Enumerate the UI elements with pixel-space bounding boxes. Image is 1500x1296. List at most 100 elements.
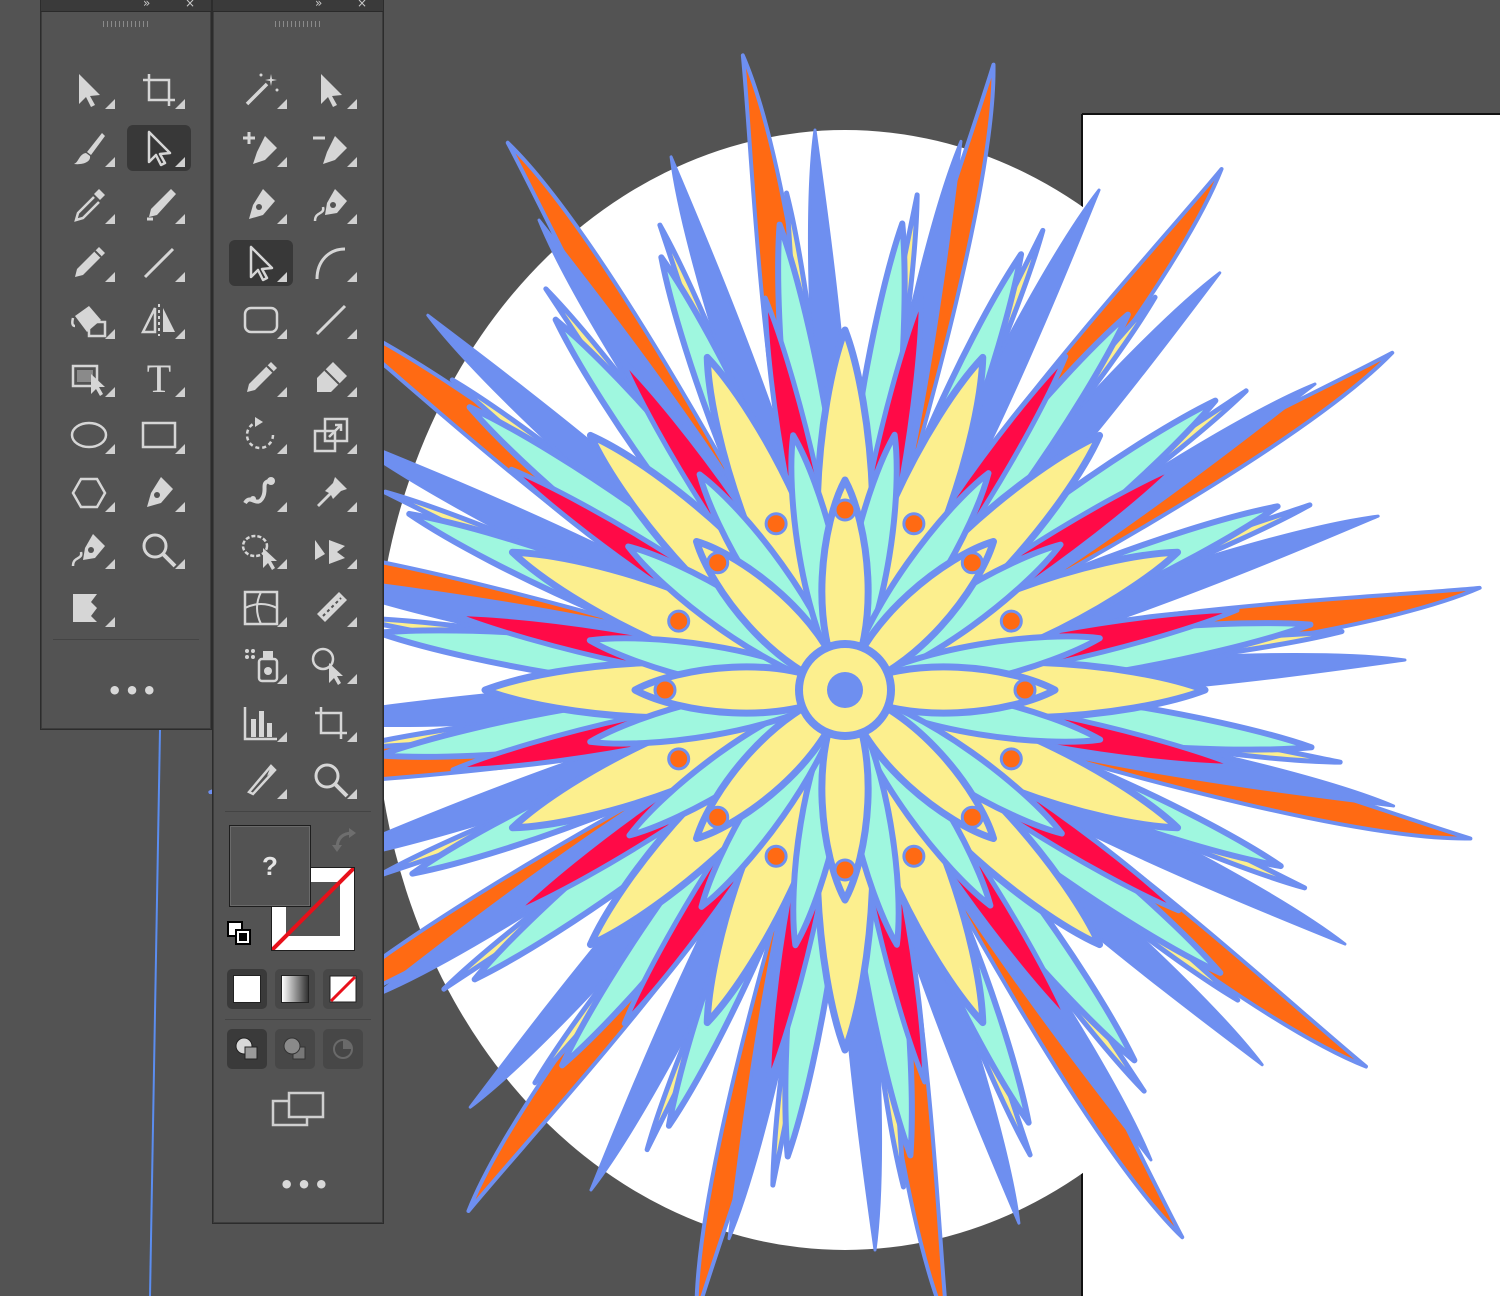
pencil-icon (247, 361, 277, 392)
gradient-icon (317, 591, 347, 622)
fill-swatch[interactable]: ? (229, 825, 311, 907)
none-mode-button[interactable] (323, 969, 363, 1009)
line-segment-tool[interactable] (299, 297, 363, 343)
rotate-tool[interactable] (229, 412, 293, 458)
rectangle-tool[interactable] (127, 412, 191, 458)
draw-behind-icon (283, 1037, 306, 1060)
eraser-tool[interactable] (299, 355, 363, 401)
ellipse-icon (70, 421, 108, 449)
live-paint-select-icon (71, 364, 105, 396)
arrow-outline-icon (147, 130, 172, 166)
collapse-icon[interactable]: » (143, 0, 150, 9)
collapse-icon[interactable]: » (315, 0, 322, 9)
scale-tool[interactable] (299, 412, 363, 458)
edit-toolbar-button[interactable]: ••• (107, 677, 159, 705)
panel-titlebar[interactable]: » × (213, 0, 383, 12)
curvature-tool[interactable] (57, 527, 121, 573)
live-paint-bucket-tool[interactable] (57, 297, 121, 343)
artboard-tool[interactable] (127, 67, 191, 113)
perspective-selection-tool[interactable] (299, 527, 363, 573)
default-fill-stroke-icon[interactable] (227, 921, 255, 949)
blob-brush-tool[interactable] (127, 182, 191, 228)
delete-anchor-point-tool[interactable] (299, 125, 363, 171)
blend-icon (311, 647, 343, 685)
slice-tool[interactable] (229, 757, 293, 803)
polygon-icon (71, 477, 107, 508)
puppet-warp-icon (243, 476, 275, 504)
close-icon[interactable]: × (185, 0, 195, 9)
type-tool[interactable]: T (127, 355, 191, 401)
panel-grip[interactable] (103, 21, 149, 27)
arc-icon (315, 247, 346, 279)
pencil-icon (75, 246, 105, 277)
width-tool[interactable] (57, 585, 121, 631)
artboard-icon (315, 706, 347, 739)
magic-wand-tool[interactable] (229, 67, 293, 113)
ellipse-tool[interactable] (57, 412, 121, 458)
pencil-tool[interactable] (229, 355, 293, 401)
add-anchor-point-tool[interactable] (229, 125, 293, 171)
eyedropper-icon (74, 189, 105, 222)
column-graph-tool[interactable] (229, 700, 293, 746)
rounded-rectangle-tool[interactable] (229, 297, 293, 343)
zoom-tool[interactable] (127, 527, 191, 573)
mesh-tool[interactable] (229, 585, 293, 631)
free-transform-tool[interactable] (229, 527, 293, 573)
pen-tool[interactable] (127, 470, 191, 516)
column-graph-icon (243, 706, 277, 740)
color-icon (233, 975, 261, 1003)
line-icon (315, 304, 347, 336)
svg-text:T: T (147, 356, 171, 401)
direct-selection-tool[interactable] (127, 124, 191, 171)
magic-wand-icon (245, 73, 279, 106)
gradient-mode-button[interactable] (275, 969, 315, 1009)
pencil-tool[interactable] (57, 240, 121, 286)
polygon-tool[interactable] (57, 470, 121, 516)
slice-icon (247, 764, 277, 796)
zoom-tool[interactable] (299, 757, 363, 803)
scale-icon (313, 417, 349, 453)
panel-grip[interactable] (275, 21, 321, 27)
curvature-tool[interactable] (299, 182, 363, 228)
blend-tool[interactable] (299, 642, 363, 688)
line-segment-tool[interactable] (127, 240, 191, 286)
live-paint-selection-tool[interactable] (57, 355, 121, 401)
tools-panel-left: » × T ••• (40, 0, 212, 730)
arrow-solid-icon (79, 74, 100, 107)
blob-brush-icon (147, 189, 176, 221)
reflect-tool[interactable] (127, 297, 191, 343)
swap-fill-stroke-icon[interactable] (331, 825, 361, 855)
none-icon (329, 975, 357, 1003)
selection-tool[interactable] (57, 67, 121, 113)
paintbrush-tool[interactable] (57, 125, 121, 171)
draw-behind-button[interactable] (275, 1029, 315, 1069)
eraser-icon (317, 361, 347, 392)
reflect-icon (140, 304, 175, 336)
color-mode-button[interactable] (227, 969, 267, 1009)
selection-tool[interactable] (299, 67, 363, 113)
close-icon[interactable]: × (357, 0, 367, 9)
draw-inside-button[interactable] (323, 1029, 363, 1069)
draw-normal-icon (235, 1037, 258, 1060)
symbol-sprayer-icon (245, 649, 279, 683)
pen-tool[interactable] (229, 182, 293, 228)
gradient-tool[interactable] (299, 585, 363, 631)
panel-titlebar[interactable]: » × (41, 0, 211, 12)
draw-inside-icon (333, 1039, 353, 1059)
arc-tool[interactable] (299, 240, 363, 286)
draw-normal-button[interactable] (227, 1029, 267, 1069)
pin-tool[interactable] (299, 470, 363, 516)
mesh-icon (243, 590, 279, 625)
edit-toolbar-button[interactable]: ••• (279, 1171, 331, 1199)
screen-mode-icon[interactable] (271, 1091, 327, 1131)
artboard-tool[interactable] (299, 700, 363, 746)
symbol-sprayer-tool[interactable] (229, 642, 293, 688)
arrow-solid-icon (321, 74, 342, 107)
eyedropper-tool[interactable] (57, 182, 121, 228)
rotate-icon (245, 417, 275, 450)
puppet-warp-tool[interactable] (229, 470, 293, 516)
pin-icon (317, 476, 347, 507)
magnifier-icon (314, 763, 349, 798)
direct-selection-tool[interactable] (229, 239, 293, 286)
line-icon (143, 247, 175, 278)
